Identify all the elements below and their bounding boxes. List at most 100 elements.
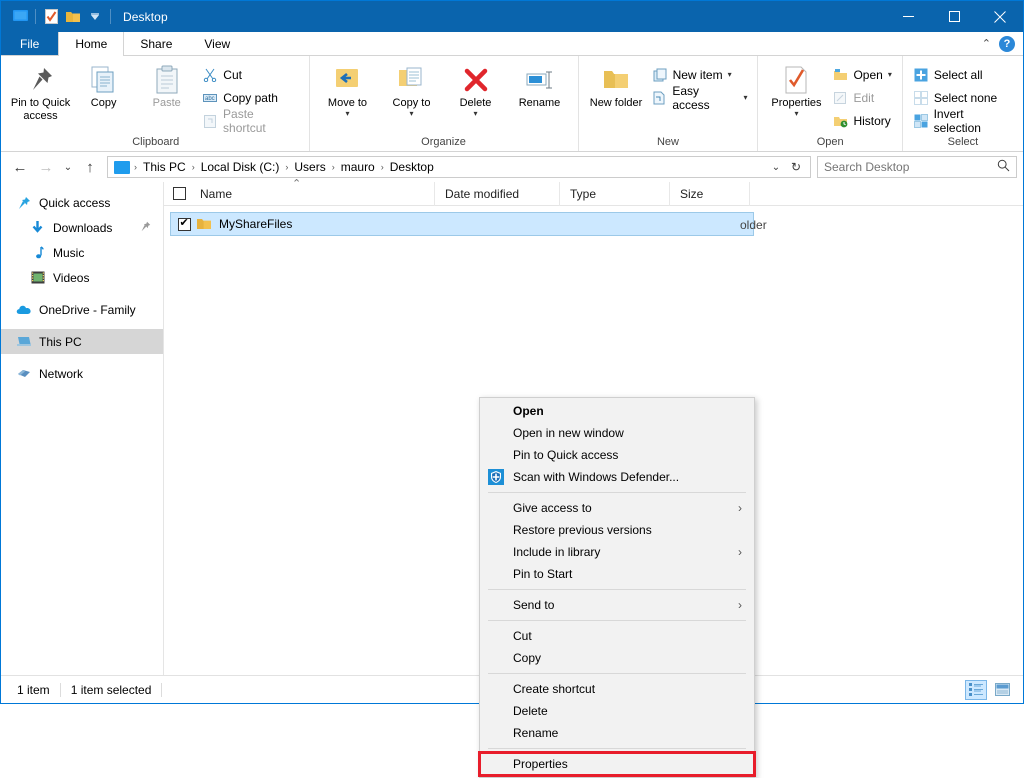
paste-button[interactable]: Paste (135, 59, 198, 110)
new-item-button[interactable]: New item ▾ (648, 64, 752, 85)
sidebar-item-network[interactable]: Network (1, 361, 163, 386)
breadcrumb-separator-2[interactable]: › (283, 162, 290, 172)
select-all-checkbox[interactable] (173, 187, 186, 200)
copy-button[interactable]: Copy (72, 59, 135, 110)
tab-share[interactable]: Share (124, 32, 188, 55)
chevron-down-icon-6[interactable]: ▾ (794, 110, 798, 118)
easy-access-button[interactable]: Easy access ▾ (648, 84, 752, 112)
breadcrumb-item-3[interactable]: mauro (337, 160, 379, 174)
context-menu-item-open-in-new-window[interactable]: Open in new window (480, 422, 754, 444)
tab-home[interactable]: Home (58, 32, 125, 56)
edit-button[interactable]: Edit (828, 87, 895, 108)
address-dropdown-icon[interactable]: ⌄ (767, 154, 785, 180)
breadcrumb-item-1[interactable]: Local Disk (C:) (197, 160, 284, 174)
invert-selection-button[interactable]: Invert selection (909, 107, 1017, 135)
back-button[interactable]: ← (7, 154, 33, 180)
chevron-down-icon-5[interactable]: ▾ (743, 93, 747, 102)
copy-to-button[interactable]: Copy to ▾ (380, 59, 444, 118)
chevron-down-icon-3[interactable]: ▾ (473, 110, 477, 118)
folder-quick-icon[interactable] (62, 6, 84, 28)
column-header-size[interactable]: Size (670, 181, 750, 206)
explorer-icon[interactable] (9, 6, 31, 28)
cut-button[interactable]: Cut (198, 64, 302, 85)
tab-view[interactable]: View (188, 32, 246, 55)
copy-to-icon (397, 63, 427, 97)
sidebar-item-this-pc[interactable]: This PC (1, 329, 163, 354)
sidebar-item-downloads[interactable]: Downloads (1, 215, 163, 240)
new-folder-button[interactable]: New folder (585, 59, 648, 110)
breadcrumb-separator-1[interactable]: › (190, 162, 197, 172)
row-checkbox[interactable] (177, 216, 191, 231)
search-input[interactable] (824, 160, 997, 174)
maximize-button[interactable] (931, 1, 977, 32)
copy-path-button[interactable]: abc Copy path (198, 87, 302, 108)
minimize-button[interactable] (885, 1, 931, 32)
sidebar-item-onedrive[interactable]: OneDrive - Family (1, 297, 163, 322)
context-menu-item-send-to[interactable]: Send to › (480, 594, 754, 616)
customize-dropdown-icon[interactable] (84, 6, 106, 28)
context-menu-item-give-access-to[interactable]: Give access to › (480, 497, 754, 519)
chevron-down-icon-4[interactable]: ▾ (728, 70, 732, 79)
select-all-checkbox-header[interactable] (164, 182, 190, 206)
sidebar-item-music[interactable]: Music (1, 240, 163, 265)
ribbon-group-clipboard: Pin to Quick access Copy Paste Cut abc C… (3, 56, 310, 151)
breadcrumb-item-2[interactable]: Users (290, 160, 329, 174)
history-button[interactable]: History (828, 110, 895, 131)
search-icon[interactable] (997, 159, 1010, 175)
context-menu-item-copy[interactable]: Copy (480, 647, 754, 669)
help-icon[interactable]: ? (999, 35, 1015, 52)
column-header-date-modified[interactable]: Date modified (435, 181, 560, 206)
context-menu-item-delete[interactable]: Delete (480, 700, 754, 722)
details-view-button[interactable] (965, 679, 987, 700)
context-menu-item-include-in-library[interactable]: Include in library › (480, 541, 754, 563)
search-box[interactable] (817, 156, 1017, 178)
row-checkbox-wrap[interactable] (171, 216, 197, 231)
properties-button[interactable]: Properties ▾ (764, 59, 828, 118)
breadcrumb-separator-4[interactable]: › (379, 162, 386, 172)
select-none-button[interactable]: Select none (909, 87, 1017, 108)
delete-button[interactable]: Delete ▾ (444, 59, 508, 118)
recent-locations-button[interactable]: ⌄ (59, 154, 77, 180)
collapse-ribbon-icon[interactable]: ⌃ (982, 37, 991, 50)
context-menu-item-pin-to-start[interactable]: Pin to Start (480, 563, 754, 585)
context-menu-item-open[interactable]: Open (480, 400, 754, 422)
context-menu-item-scan-with-windows-defender[interactable]: Scan with Windows Defender... (480, 466, 754, 488)
context-menu-label-open-in-new-window: Open in new window (513, 426, 624, 440)
breadcrumb-item-0[interactable]: This PC (139, 160, 190, 174)
context-menu-item-pin-to-quick-access[interactable]: Pin to Quick access (480, 444, 754, 466)
forward-button[interactable]: → (33, 154, 59, 180)
defender-shield-icon (488, 469, 504, 485)
pin-icon-downloads[interactable] (140, 221, 163, 235)
sidebar-item-videos[interactable]: Videos (1, 265, 163, 290)
properties-quick-icon[interactable] (40, 6, 62, 28)
this-pc-breadcrumb-icon[interactable] (114, 160, 130, 174)
open-button[interactable]: Open ▾ (828, 64, 895, 85)
breadcrumb-separator-3[interactable]: › (330, 162, 337, 172)
paste-shortcut-button[interactable]: Paste shortcut (198, 107, 302, 135)
chevron-down-icon-2[interactable]: ▾ (409, 110, 413, 118)
breadcrumb-separator-0[interactable]: › (132, 162, 139, 172)
context-menu-item-cut[interactable]: Cut (480, 625, 754, 647)
context-menu-item-rename[interactable]: Rename (480, 722, 754, 744)
column-header-name[interactable]: Name (190, 181, 435, 206)
chevron-down-icon[interactable]: ▾ (345, 110, 349, 118)
up-button[interactable]: ↑ (77, 154, 103, 180)
close-button[interactable] (977, 1, 1023, 32)
context-menu-item-properties[interactable]: Properties (478, 751, 756, 777)
select-all-button[interactable]: Select all (909, 64, 1017, 85)
sidebar-item-quick-access[interactable]: Quick access (1, 190, 163, 215)
table-row[interactable]: MyShareFiles (170, 212, 754, 236)
context-menu-item-create-shortcut[interactable]: Create shortcut (480, 678, 754, 700)
breadcrumb-item-4[interactable]: Desktop (386, 160, 438, 174)
pin-to-quick-access-button[interactable]: Pin to Quick access (9, 59, 72, 123)
refresh-icon[interactable]: ↻ (787, 154, 805, 180)
chevron-down-icon-7[interactable]: ▾ (888, 70, 892, 79)
move-to-button[interactable]: Move to ▾ (316, 59, 380, 118)
tab-file[interactable]: File (1, 32, 59, 55)
column-header-type[interactable]: Type (560, 181, 670, 206)
large-icons-view-button[interactable] (991, 680, 1013, 700)
copy-label: Copy (90, 97, 117, 109)
rename-button[interactable]: Rename (508, 59, 572, 110)
breadcrumb-bar[interactable]: › This PC › Local Disk (C:) › Users › ma… (107, 156, 811, 178)
context-menu-item-restore-previous-versions[interactable]: Restore previous versions (480, 519, 754, 541)
